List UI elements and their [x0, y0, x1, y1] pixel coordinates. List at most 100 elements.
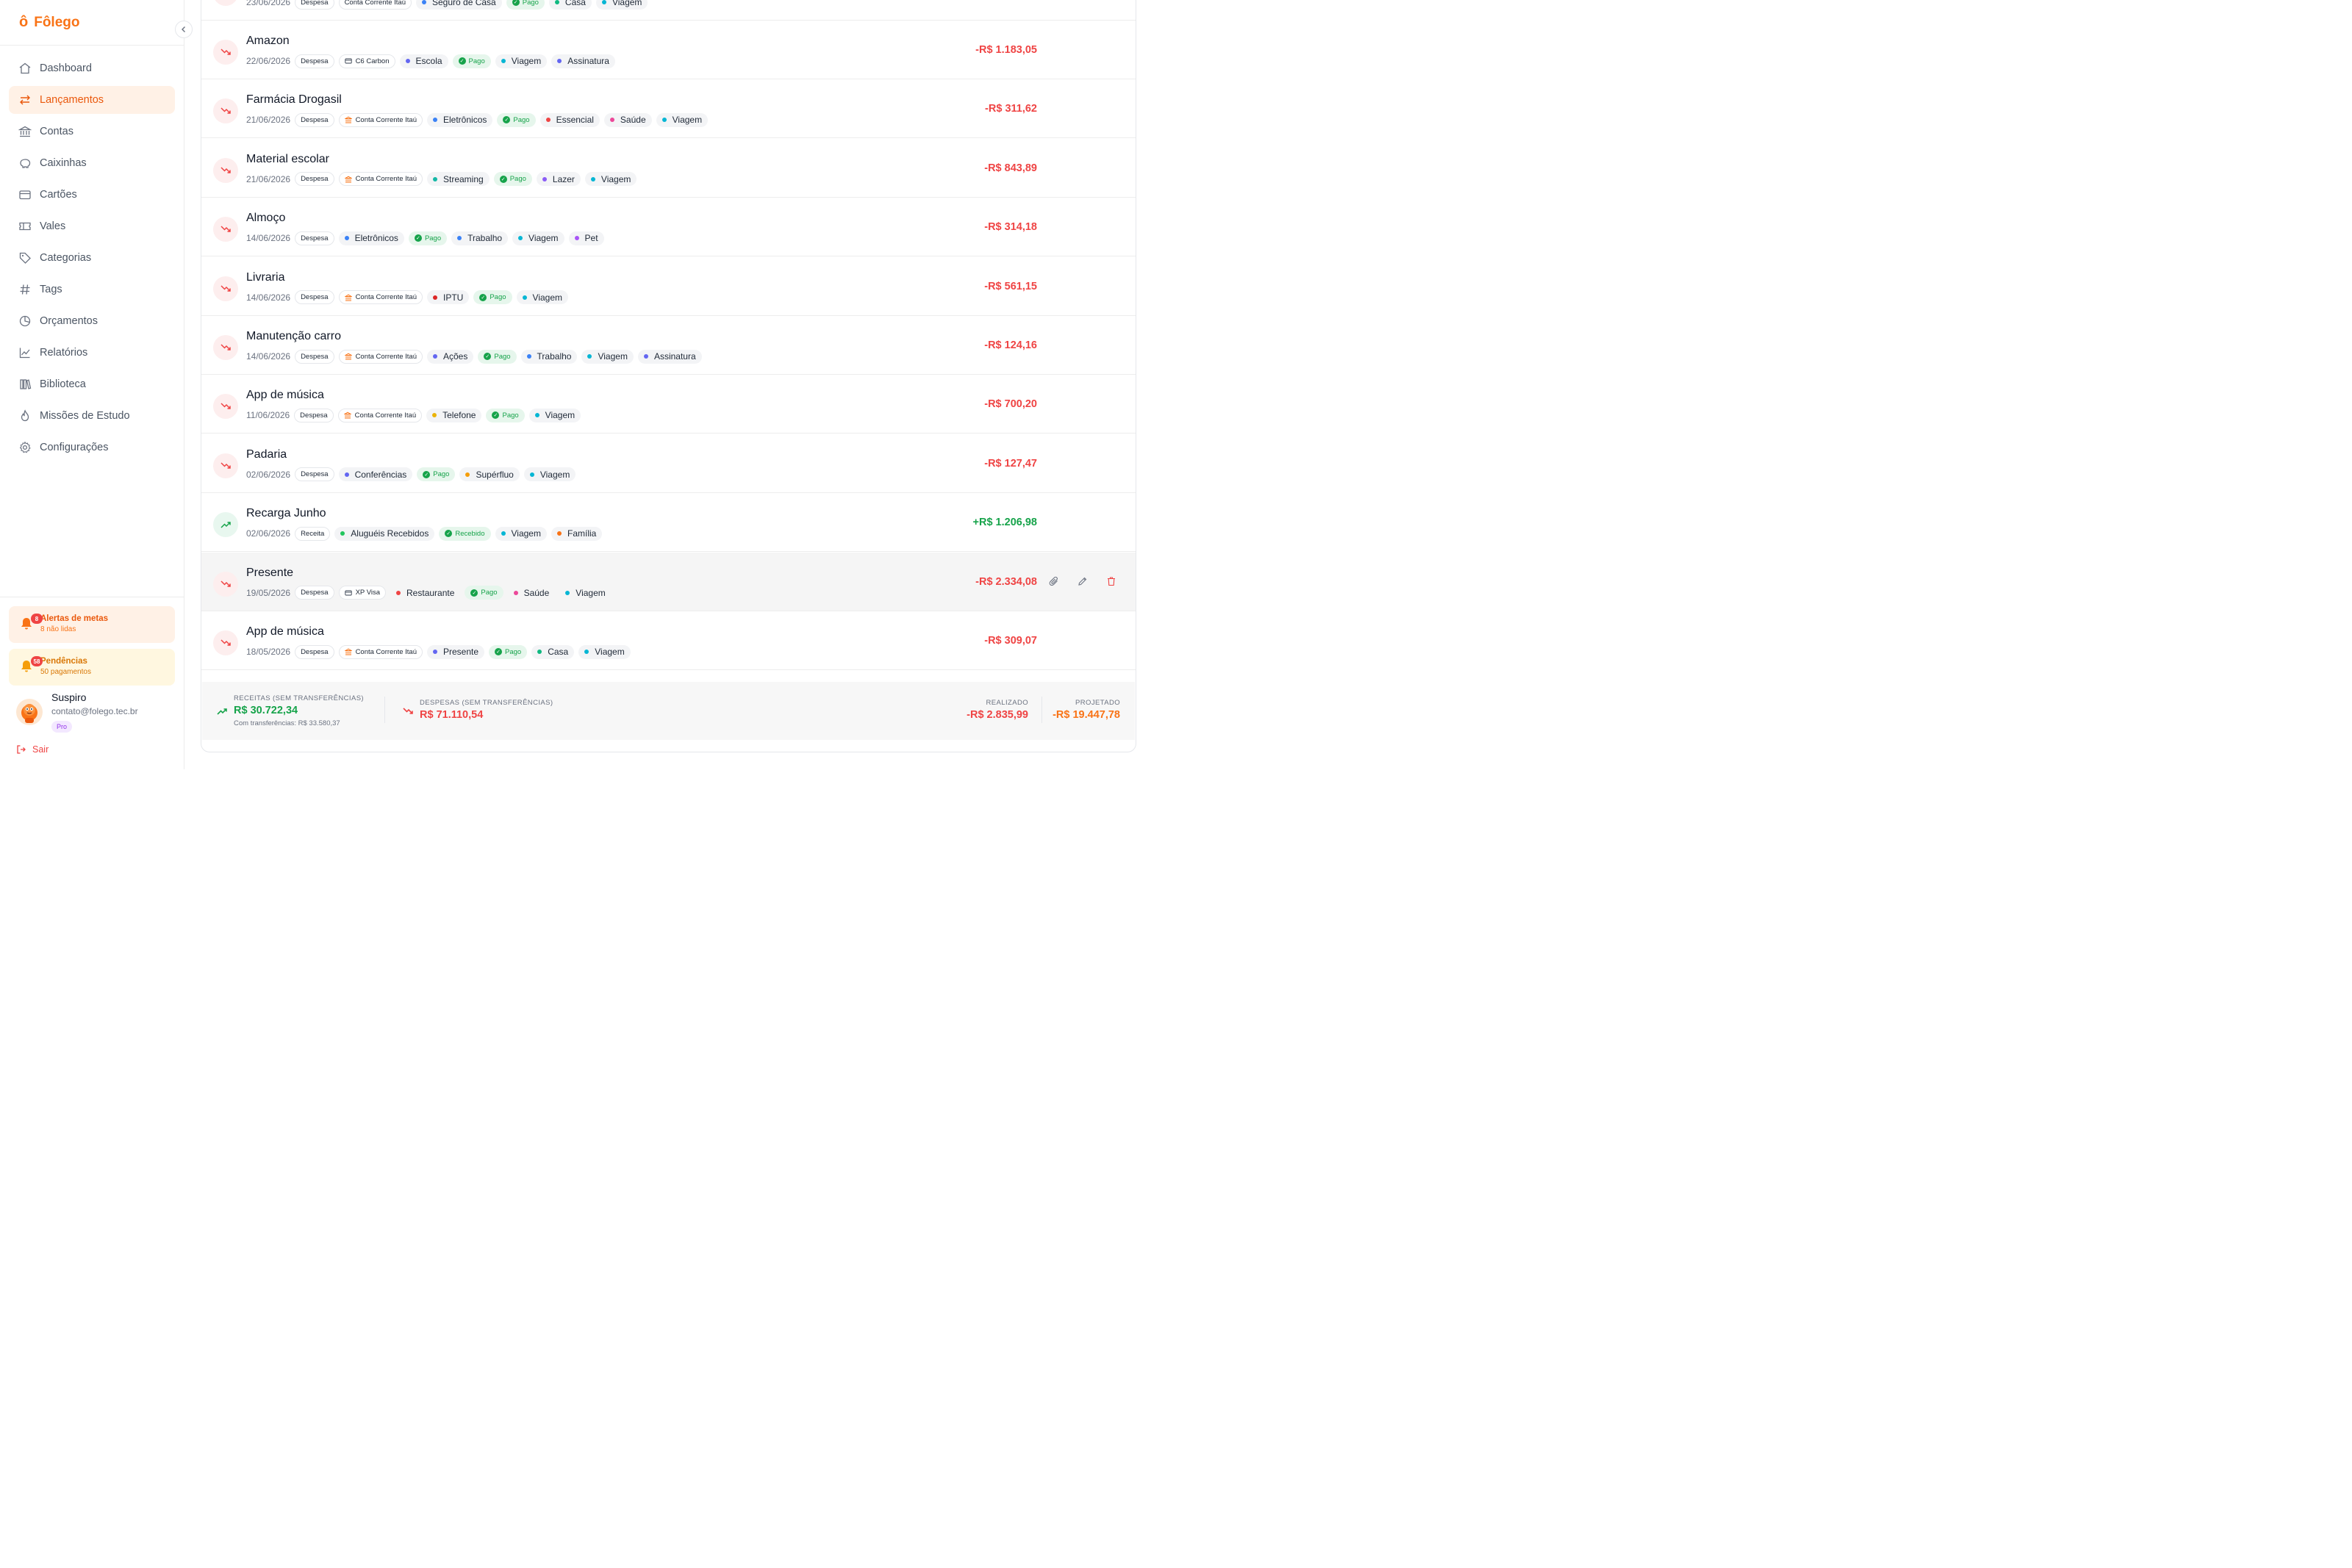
- tag-chip-label: Conferências: [354, 469, 407, 480]
- sidebar-item-label: Caixinhas: [40, 157, 87, 169]
- sidebar-item-biblioteca[interactable]: Biblioteca: [9, 370, 175, 398]
- account-chip: Conta Corrente Itaú: [338, 172, 423, 187]
- status-chip-label: Pago: [509, 175, 526, 184]
- transaction-row[interactable]: App de música 11/06/2026 Despesa Conta Corr…: [201, 375, 1136, 434]
- status-chip: ✓ Recebido: [439, 526, 491, 541]
- tag-chip: IPTU: [427, 290, 470, 305]
- transaction-row[interactable]: Amazon 22/06/2026 Despesa C6 Carbon Escola ✓ P…: [201, 21, 1136, 79]
- tag-chip-label: Casa: [548, 647, 569, 657]
- sidebar-item-missoes-de-estudo[interactable]: Missões de Estudo: [9, 402, 175, 430]
- bank-icon: [18, 124, 32, 139]
- tag-chip: Viagem: [528, 408, 581, 422]
- tag-chip: Lazer: [536, 172, 581, 187]
- transaction-row[interactable]: Almoço 14/06/2026 Despesa Eletrônicos ✓ Pago T…: [201, 198, 1136, 257]
- transaction-row[interactable]: Presente 19/05/2026 Despesa XP Visa Restaura…: [201, 552, 1136, 611]
- transaction-row-partial[interactable]: 23/06/2026 Despesa Conta Corrente Itaú S…: [201, 0, 1136, 21]
- sidebar-item-lancamentos[interactable]: Lançamentos: [9, 86, 175, 114]
- tag-chip-label: Assinatura: [567, 56, 609, 66]
- hash-icon: [18, 282, 32, 297]
- check-icon: ✓: [445, 530, 453, 538]
- tag-chip-label: Viagem: [576, 587, 606, 598]
- sidebar-item-caixinhas[interactable]: Caixinhas: [9, 149, 175, 177]
- status-chip: ✓ Pago: [417, 467, 456, 482]
- sidebar-item-categorias[interactable]: Categorias: [9, 244, 175, 272]
- edit-button[interactable]: [1076, 575, 1089, 588]
- income-value: R$ 30.722,34: [234, 705, 298, 716]
- tag-color-dot: [609, 118, 614, 123]
- transaction-meta: 19/05/2026 Despesa XP Visa Restaurante ✓ Pago…: [246, 586, 616, 600]
- gear-icon: [18, 440, 32, 455]
- brand[interactable]: ô Fôlego: [0, 0, 184, 46]
- collapse-sidebar-button[interactable]: [175, 21, 193, 38]
- transaction-date: 14/06/2026: [246, 351, 291, 362]
- check-icon: ✓: [492, 411, 500, 420]
- tag-chip-label: Streaming: [443, 173, 484, 184]
- transaction-meta: 14/06/2026 Despesa Conta Corrente Itaú Açõe…: [246, 349, 706, 364]
- tag-chip-label: Viagem: [672, 115, 703, 126]
- sidebar-item-dashboard[interactable]: Dashboard: [9, 54, 175, 82]
- goal-alerts-card[interactable]: 8 Alertas de metas 8 não lidas: [9, 606, 175, 643]
- sidebar-item-relatorios[interactable]: Relatórios: [9, 339, 175, 367]
- status-chip-label: Pago: [481, 589, 498, 597]
- transaction-meta: 21/06/2026 Despesa Conta Corrente Itaú Stre…: [246, 172, 641, 187]
- expense-label: DESPESAS (SEM TRANSFERÊNCIAS): [420, 699, 553, 707]
- delete-button[interactable]: [1105, 575, 1118, 588]
- tag-color-dot: [433, 118, 437, 123]
- sidebar-item-orcamentos[interactable]: Orçamentos: [9, 307, 175, 335]
- account-chip: Conta Corrente Itaú: [338, 0, 412, 10]
- tag-color-dot: [433, 354, 437, 359]
- line-chart-icon: [18, 345, 32, 360]
- transaction-row[interactable]: App de música 18/05/2026 Despesa Conta Corr…: [201, 611, 1136, 670]
- projected-summary: PROJETADO -R$ 19.447,78: [1053, 699, 1120, 721]
- tag-chip: Presente: [427, 644, 485, 659]
- tag-chip: Viagem: [495, 54, 548, 68]
- transaction-row[interactable]: Padaria 02/06/2026 Despesa Conferências ✓ Pag…: [201, 434, 1136, 493]
- ticket-icon: [18, 219, 32, 234]
- pending-card[interactable]: 58 Pendências 50 pagamentos: [9, 649, 175, 686]
- tag-color-dot: [534, 413, 539, 418]
- transaction-date: 14/06/2026: [246, 292, 291, 303]
- transaction-title: App de música: [246, 389, 324, 402]
- bank-icon: [344, 117, 352, 123]
- check-icon: ✓: [470, 589, 478, 597]
- goal-alerts-badge: 8: [31, 614, 43, 624]
- transaction-row[interactable]: Material escolar 21/06/2026 Despesa Conta C…: [201, 139, 1136, 198]
- check-icon: ✓: [495, 648, 503, 655]
- tag-chip: Eletrônicos: [427, 112, 493, 127]
- transaction-row[interactable]: Manutenção carro 14/06/2026 Despesa Conta C…: [201, 316, 1136, 375]
- sidebar-item-cartoes[interactable]: Cartões: [9, 181, 175, 209]
- type-chip: Despesa: [295, 231, 334, 245]
- check-icon: ✓: [458, 57, 466, 65]
- tag-color-dot: [501, 59, 506, 63]
- transaction-row[interactable]: Livraria 14/06/2026 Despesa Conta Corrente …: [201, 257, 1136, 316]
- sidebar-item-vales[interactable]: Vales: [9, 212, 175, 240]
- logout-button[interactable]: Sair: [16, 744, 49, 755]
- status-chip: ✓ Pago: [486, 408, 525, 422]
- tag-color-dot: [433, 176, 437, 181]
- tag-chip: Viagem: [595, 0, 648, 10]
- user-profile[interactable]: Suspiro contato@folego.tec.br Pro: [16, 691, 178, 736]
- sidebar-item-contas[interactable]: Contas: [9, 118, 175, 145]
- trash-icon: [1108, 577, 1115, 586]
- tag-chip-label: Viagem: [539, 469, 570, 480]
- expense-icon: [213, 40, 238, 65]
- transaction-row[interactable]: Recarga Junho 02/06/2026 Receita Aluguéis R…: [201, 493, 1136, 553]
- sidebar-item-tags[interactable]: Tags: [9, 276, 175, 303]
- chevron-left-icon: [182, 26, 185, 32]
- sidebar-item-configuracoes[interactable]: Configurações: [9, 434, 175, 461]
- sidebar-item-label: Vales: [40, 220, 66, 232]
- sidebar-nav: Dashboard Lançamentos Contas Caixinhas Cartõ…: [0, 46, 184, 461]
- transaction-amount: -R$ 314,18: [984, 221, 1037, 234]
- expense-icon: [213, 157, 238, 183]
- income-icon: [213, 512, 238, 538]
- transaction-date: 11/06/2026: [246, 410, 290, 421]
- attach-button[interactable]: [1047, 575, 1061, 588]
- income-label: RECEITAS (SEM TRANSFERÊNCIAS): [234, 694, 364, 702]
- tag-chip-label: Viagem: [511, 528, 541, 539]
- transaction-row[interactable]: Farmácia Drogasil 21/06/2026 Despesa Conta …: [201, 79, 1136, 139]
- check-icon: ✓: [499, 175, 507, 183]
- tag-color-dot: [433, 295, 437, 300]
- type-chip: Despesa: [295, 290, 334, 305]
- tag-color-dot: [522, 295, 527, 300]
- tag-chip-label: Eletrônicos: [354, 233, 398, 244]
